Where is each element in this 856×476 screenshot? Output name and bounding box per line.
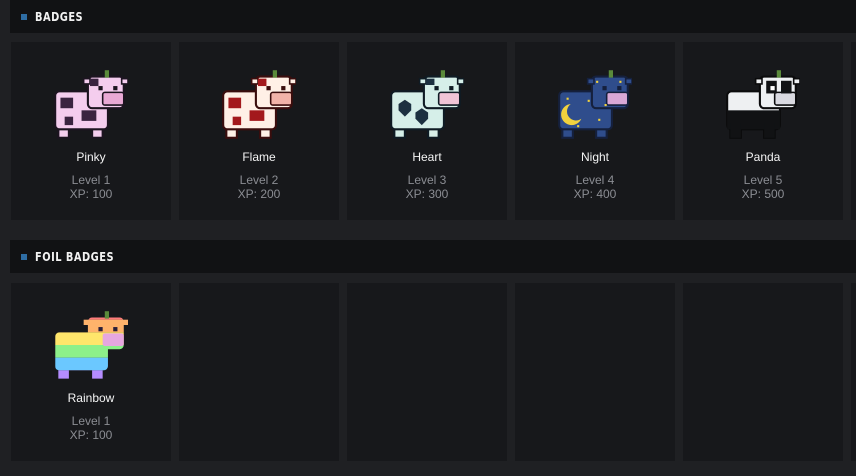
badge-xp: XP: 200 [237,187,281,201]
rainbow-cow-icon [52,307,128,383]
section-marker [21,253,27,260]
foil-badge-card-rainbow[interactable]: Rainbow Level 1 XP: 100 [11,283,171,461]
heart-cow-icon [388,66,464,142]
badge-card-pinky[interactable]: Pinky Level 1 XP: 100 [11,42,171,220]
badge-level: Level 1 [71,173,111,187]
badge-level: Level 3 [407,173,447,187]
badge-level: Level 1 [71,414,111,428]
badge-name: Heart [412,150,442,164]
badge-xp: XP: 300 [405,187,449,201]
night-cow-icon [556,66,632,142]
badge-card-overflow [851,42,856,220]
badge-level: Level 2 [239,173,279,187]
badges-header: BADGES [10,0,856,33]
foil-badge-slot-empty [515,283,675,461]
badge-name: Panda [745,150,781,164]
badge-xp: XP: 100 [69,428,113,442]
pinky-cow-icon [52,66,128,142]
badge-level: Level 4 [575,173,615,187]
foil-badges-header: FOIL BADGES [10,240,856,273]
section-title: BADGES [35,9,84,24]
badge-xp: XP: 500 [741,187,785,201]
flame-cow-icon [220,66,296,142]
badge-name: Pinky [76,150,106,164]
badge-xp: XP: 100 [69,187,113,201]
badge-name: Night [580,150,609,164]
badge-card-panda[interactable]: Panda Level 5 XP: 500 [683,42,843,220]
panda-cow-icon [724,66,800,142]
foil-badge-slot-overflow [851,283,856,461]
badge-card-heart[interactable]: Heart Level 3 XP: 300 [347,42,507,220]
badge-level: Level 5 [743,173,783,187]
badge-name: Flame [242,150,276,164]
badge-xp: XP: 400 [573,187,617,201]
section-title: FOIL BADGES [35,249,115,264]
foil-badge-slot-empty [347,283,507,461]
foil-badge-slot-empty [179,283,339,461]
section-marker [21,13,27,20]
foil-badge-slot-empty [683,283,843,461]
badge-card-flame[interactable]: Flame Level 2 XP: 200 [179,42,339,220]
badge-card-night[interactable]: Night Level 4 XP: 400 [515,42,675,220]
badge-name: Rainbow [67,391,115,405]
